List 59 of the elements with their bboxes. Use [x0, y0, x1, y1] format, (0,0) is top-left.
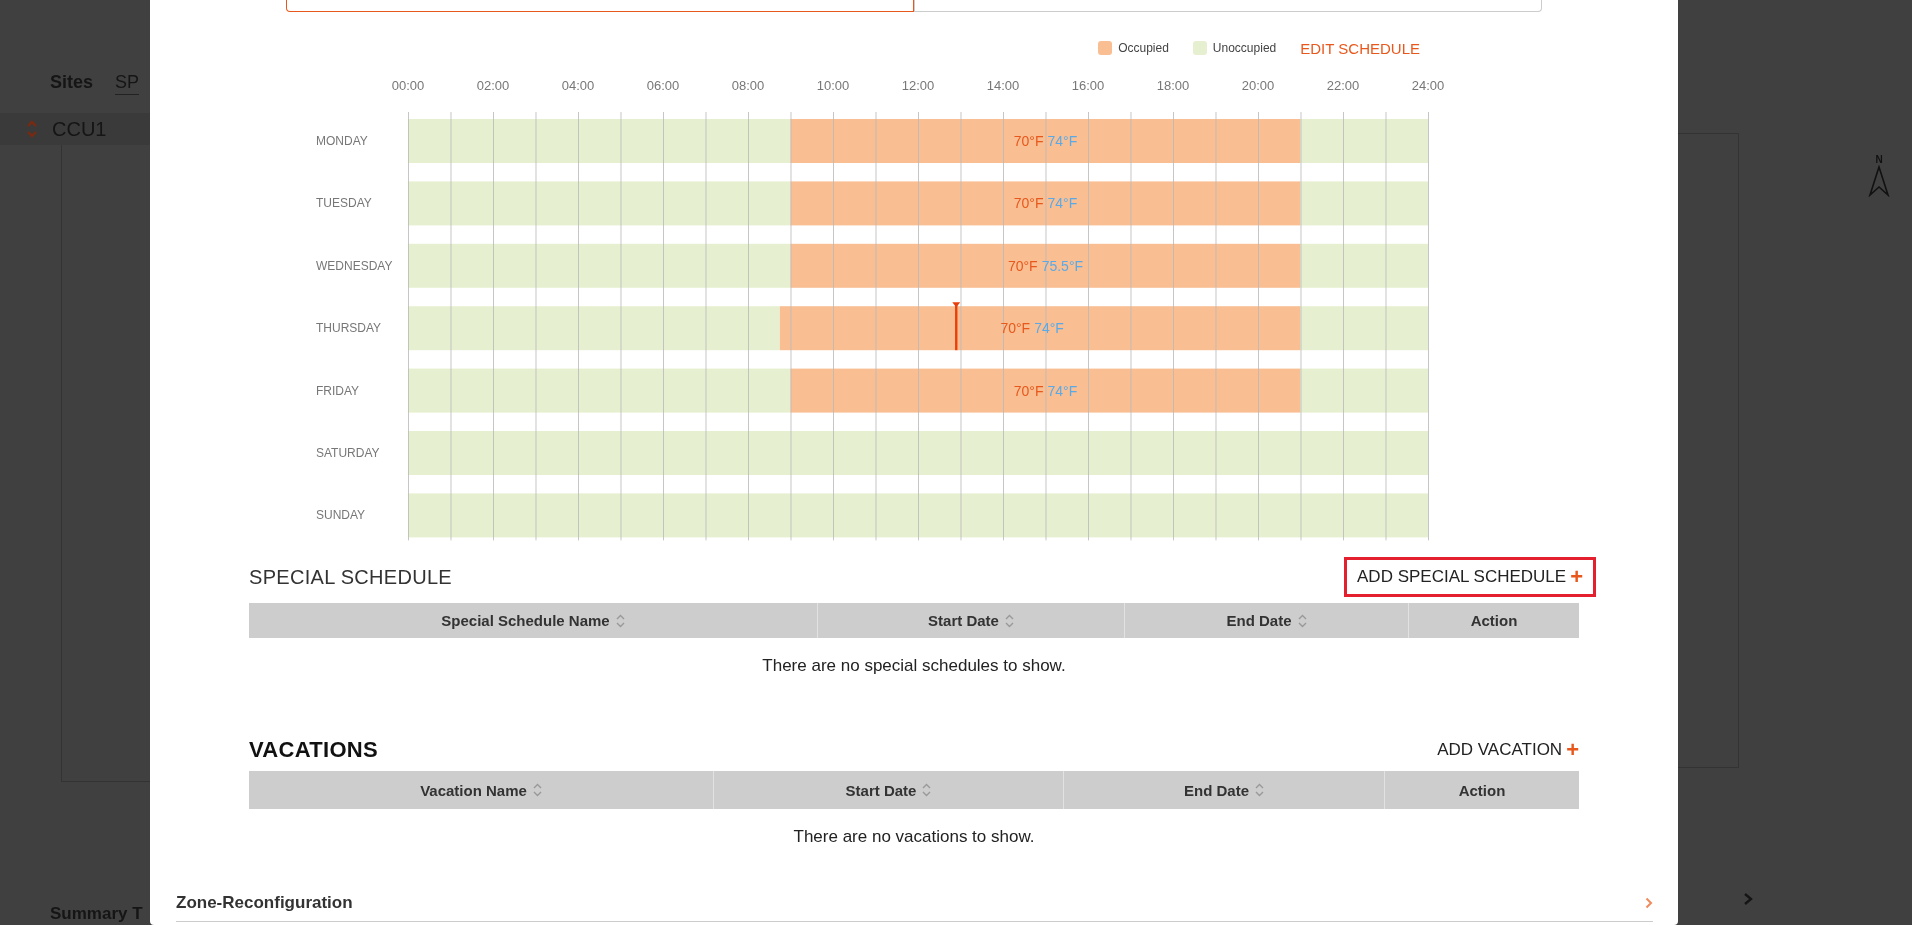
hour-label: 08:00: [731, 78, 765, 93]
segment-tab[interactable]: [914, 0, 1542, 12]
occupied-bar[interactable]: [790, 119, 1301, 163]
section-title: VACATIONS: [249, 737, 378, 763]
legend-label: Unoccupied: [1212, 41, 1277, 55]
sort-icon: [1297, 613, 1307, 628]
day-label: FRIDAY: [316, 383, 360, 398]
setpoint-label: 70°F 74°F: [1013, 133, 1078, 149]
hour-label: 12:00: [901, 78, 935, 93]
empty-message: There are no vacations to show.: [792, 826, 1036, 848]
north-arrow-icon: [1868, 165, 1890, 197]
sort-icon: [922, 783, 932, 797]
hour-label: 18:00: [1156, 78, 1190, 93]
day-label: TUESDAY: [316, 196, 372, 211]
column-header[interactable]: Action: [1408, 603, 1579, 638]
day-label: MONDAY: [316, 134, 368, 148]
day-label: THURSDAY: [316, 321, 382, 336]
day-label: SATURDAY: [316, 446, 380, 460]
occupied-bar[interactable]: [779, 306, 1301, 351]
setpoint-label: 70°F 74°F: [1013, 195, 1078, 212]
section-title: SPECIAL SCHEDULE: [249, 565, 452, 589]
occupied-bar[interactable]: [790, 368, 1301, 413]
occupied-bar[interactable]: [790, 181, 1301, 226]
empty-message: There are no special schedules to show.: [761, 655, 1067, 677]
column-header[interactable]: Special Schedule Name: [249, 603, 817, 638]
setpoint-label: 70°F 74°F: [1013, 382, 1078, 399]
column-header[interactable]: Start Date: [713, 771, 1063, 809]
sort-icon: [532, 783, 542, 797]
day-label: WEDNESDAY: [316, 258, 393, 273]
segment-tab[interactable]: [286, 0, 914, 12]
occupied-bar[interactable]: [790, 243, 1301, 288]
hour-label: 24:00: [1411, 78, 1445, 93]
hour-label: 02:00: [476, 78, 510, 93]
column-header[interactable]: Start Date: [817, 603, 1124, 638]
edit-schedule-link[interactable]: EDIT SCHEDULE: [1300, 39, 1420, 57]
hour-label: 22:00: [1326, 78, 1360, 93]
hour-label: 20:00: [1241, 78, 1275, 93]
setpoint-label: 70°F 75.5°F: [1007, 257, 1084, 274]
hour-label: 00:00: [391, 78, 425, 93]
expand-collapse-icon: [26, 119, 38, 139]
hour-label: 14:00: [986, 78, 1020, 93]
sort-icon: [1004, 613, 1014, 628]
hour-label: 06:00: [646, 78, 680, 93]
accordion-header[interactable]: Zone-Reconfiguration: [176, 885, 1653, 922]
hour-label: 04:00: [561, 78, 595, 93]
sort-icon: [1255, 783, 1264, 797]
column-header[interactable]: Vacation Name: [249, 771, 713, 809]
chevron-right-icon[interactable]: [1742, 892, 1754, 906]
setpoint-label: 70°F 74°F: [1000, 320, 1064, 337]
sort-icon: [615, 613, 625, 628]
legend-label: Occupied: [1118, 41, 1169, 55]
column-header[interactable]: Action: [1384, 771, 1579, 809]
column-header[interactable]: End Date: [1063, 771, 1384, 809]
add-button[interactable]: ADD SPECIAL SCHEDULE +: [1344, 557, 1596, 597]
chevron-right-icon: [1645, 897, 1653, 909]
day-label: SUNDAY: [316, 508, 366, 523]
column-header[interactable]: End Date: [1124, 603, 1408, 638]
hour-label: 10:00: [816, 78, 850, 93]
hour-label: 16:00: [1071, 78, 1105, 93]
